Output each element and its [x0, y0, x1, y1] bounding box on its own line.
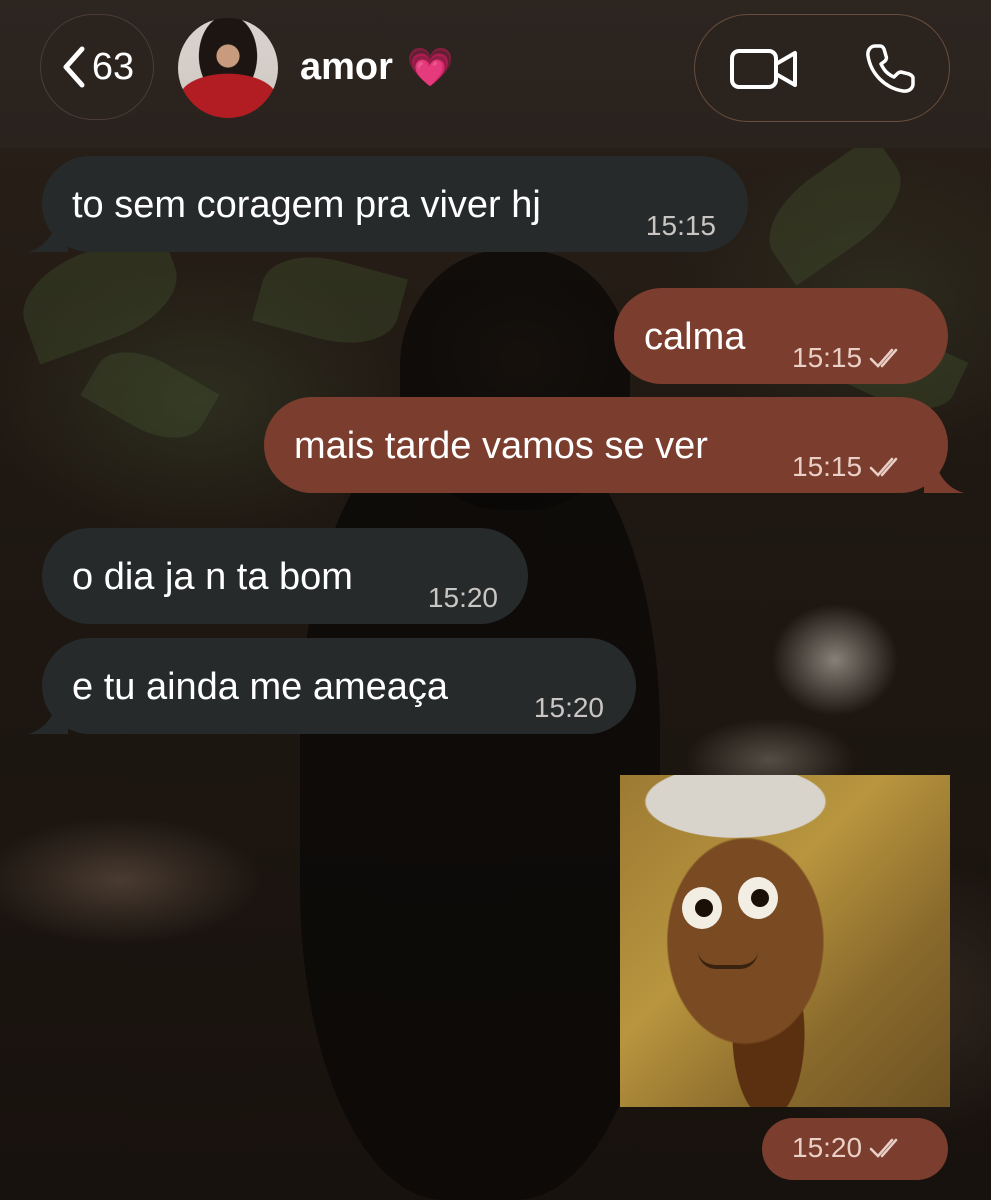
message-status: 15:15	[792, 453, 906, 481]
contact-name[interactable]: amor 💗	[300, 46, 454, 89]
sticker-eye-left	[682, 887, 722, 929]
bubble-tail	[924, 463, 964, 493]
video-camera-icon	[730, 49, 797, 89]
voice-call-button[interactable]	[855, 15, 925, 123]
message-incoming[interactable]: o dia ja n ta bom 15:20	[42, 528, 528, 624]
message-outgoing[interactable]: mais tarde vamos se ver 15:15	[264, 397, 964, 493]
message-outgoing[interactable]: calma 15:15	[614, 288, 948, 384]
sticker-timestamp: 15:20	[762, 1118, 948, 1180]
contact-name-text: amor	[300, 46, 393, 88]
double-check-icon	[869, 1138, 898, 1158]
message-status: 15:20	[792, 1134, 906, 1162]
heart-icon: 💗	[406, 46, 455, 89]
phone-icon	[866, 44, 915, 93]
message-time: 15:20	[792, 1132, 863, 1163]
double-check-icon	[869, 348, 898, 368]
message-text: e tu ainda me ameaça	[72, 666, 449, 708]
sticker-image[interactable]	[620, 775, 950, 1107]
chat-header: 63 amor 💗	[0, 0, 991, 148]
message-incoming[interactable]: to sem coragem pra viver hj 15:15	[28, 156, 748, 252]
message-text: to sem coragem pra viver hj	[72, 184, 541, 226]
message-time: 15:20	[427, 582, 498, 613]
video-call-button[interactable]	[725, 15, 803, 123]
message-text: mais tarde vamos se ver	[294, 425, 708, 467]
unread-count: 63	[91, 45, 135, 88]
bubble-tail	[28, 704, 68, 734]
call-actions	[694, 14, 950, 122]
message-time: 15:15	[645, 210, 716, 241]
message-text: o dia ja n ta bom	[72, 556, 353, 598]
message-status: 15:15	[792, 344, 906, 372]
sticker-mouth	[698, 951, 758, 969]
message-time: 15:15	[792, 342, 863, 373]
message-text: calma	[644, 316, 746, 358]
double-check-icon	[869, 457, 898, 477]
bubble-tail	[28, 222, 68, 252]
message-incoming[interactable]: e tu ainda me ameaça 15:20	[28, 638, 636, 734]
sticker-eye-right	[738, 877, 778, 919]
back-button[interactable]: 63	[40, 14, 154, 120]
message-time: 15:15	[792, 451, 863, 482]
chevron-left-icon	[63, 46, 85, 88]
message-time: 15:20	[533, 692, 604, 723]
avatar[interactable]	[178, 18, 278, 118]
